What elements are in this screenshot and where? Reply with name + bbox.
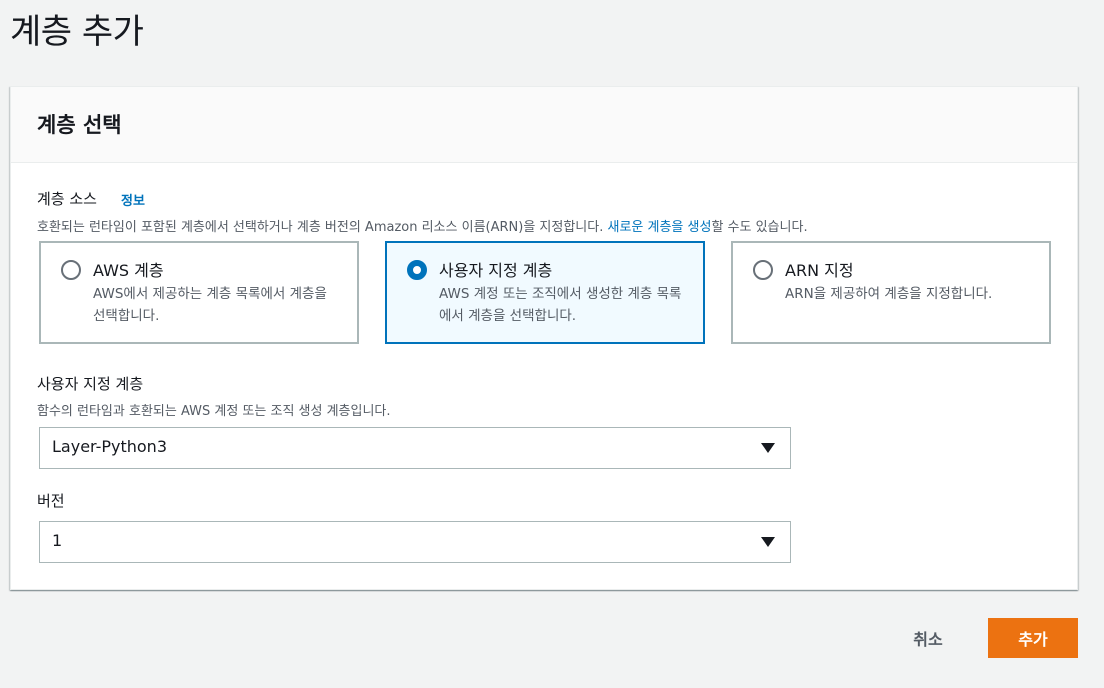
radio-aws-layers[interactable]: [61, 260, 81, 280]
layer-source-description-text: 호환되는 런타임이 포함된 계층에서 선택하거나 계층 버전의 Amazon 리…: [37, 220, 604, 235]
tile-aws-layers[interactable]: AWS 계층 AWS에서 제공하는 계층 목록에서 계층을 선택합니다.: [39, 241, 359, 344]
radio-custom-layers[interactable]: [407, 260, 427, 280]
add-button[interactable]: 추가: [988, 618, 1078, 658]
tile-description: AWS 계정 또는 조직에서 생성한 계층 목록에서 계층을 선택합니다.: [439, 286, 682, 324]
tile-description: AWS에서 제공하는 계층 목록에서 계층을 선택합니다.: [93, 286, 327, 324]
custom-layer-description: 함수의 런타임과 호환되는 AWS 계정 또는 조직 생성 계층입니다.: [37, 404, 391, 419]
layer-source-description-suffix: 할 수도 있습니다.: [711, 220, 808, 235]
custom-layer-label: 사용자 지정 계층: [37, 375, 144, 393]
version-label: 버전: [37, 492, 65, 510]
tile-title: ARN 지정: [785, 261, 854, 280]
layer-source-label: 계층 소스: [37, 190, 97, 208]
create-new-layer-link[interactable]: 새로운 계층을 생성: [608, 220, 712, 235]
info-link[interactable]: 정보: [121, 190, 145, 209]
tile-custom-layers[interactable]: 사용자 지정 계층 AWS 계정 또는 조직에서 생성한 계층 목록에서 계층을…: [385, 241, 705, 344]
tile-specify-arn[interactable]: ARN 지정 ARN을 제공하여 계층을 지정합니다.: [731, 241, 1051, 344]
page-title: 계층 추가: [10, 12, 144, 52]
caret-down-icon: [761, 537, 775, 547]
tile-title: AWS 계층: [93, 261, 164, 280]
caret-down-icon: [761, 443, 775, 453]
version-selected-value: 1: [52, 531, 63, 550]
panel-title: 계층 선택: [37, 113, 122, 137]
layer-source-description: 호환되는 런타임이 포함된 계층에서 선택하거나 계층 버전의 Amazon 리…: [37, 216, 808, 235]
custom-layer-selected-value: Layer-Python3: [52, 437, 167, 456]
version-select[interactable]: 1: [39, 521, 791, 563]
panel-header: 계층 선택: [11, 87, 1077, 163]
tile-description: ARN을 제공하여 계층을 지정합니다.: [785, 286, 993, 302]
custom-layer-select[interactable]: Layer-Python3: [39, 427, 791, 469]
cancel-button[interactable]: 취소: [884, 618, 972, 658]
radio-specify-arn[interactable]: [753, 260, 773, 280]
layer-selection-panel: 계층 선택 계층 소스 정보 호환되는 런타임이 포함된 계층에서 선택하거나 …: [10, 86, 1078, 590]
tile-title: 사용자 지정 계층: [439, 261, 553, 280]
